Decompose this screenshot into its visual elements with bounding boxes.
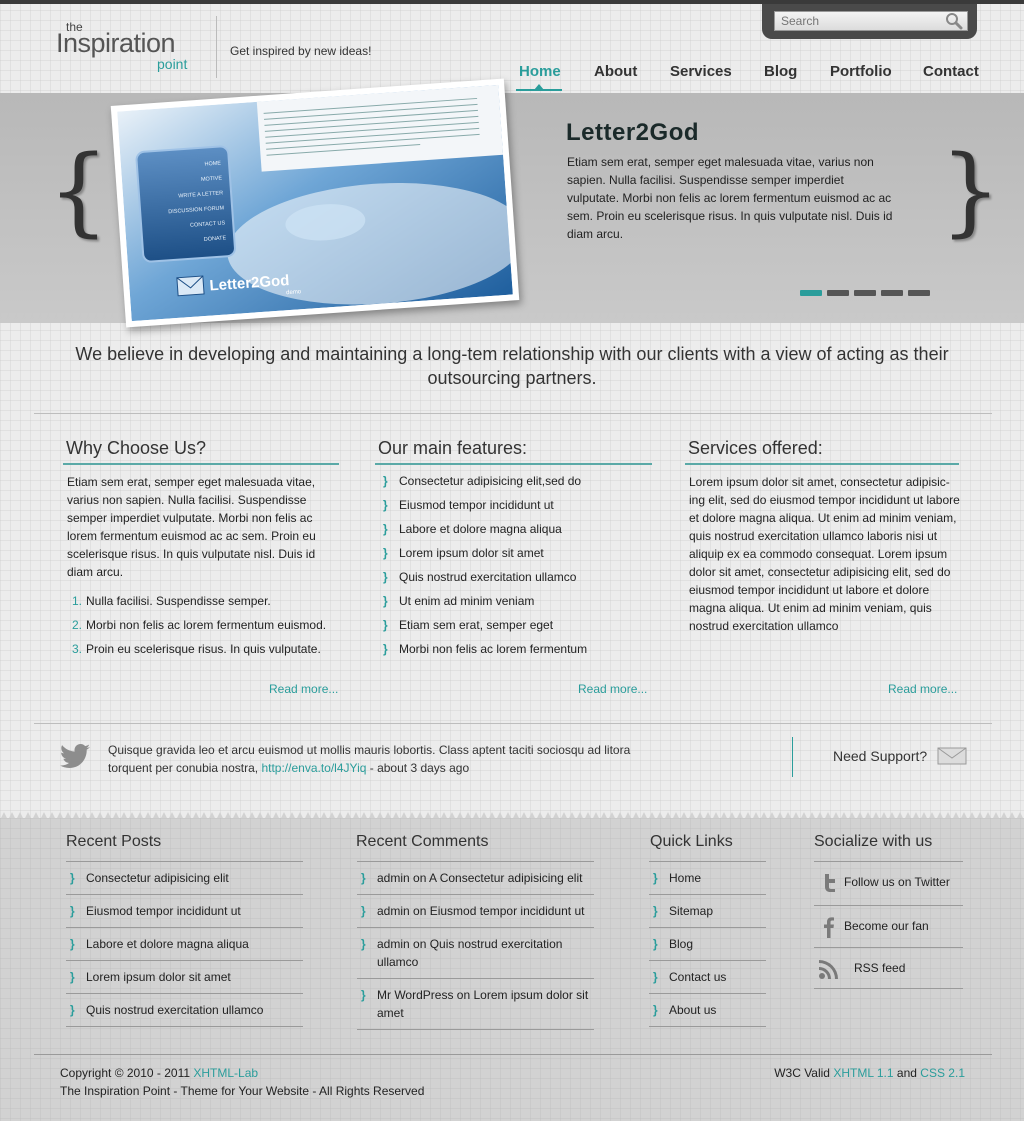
slider-dot[interactable]: [854, 290, 876, 296]
slider-dot[interactable]: [827, 290, 849, 296]
nav-home[interactable]: Home: [519, 63, 561, 80]
slider-dot[interactable]: [908, 290, 930, 296]
mail-icon[interactable]: [937, 746, 967, 766]
nav-active-underline: [516, 89, 562, 91]
xhtml-valid-link[interactable]: XHTML 1.1: [833, 1066, 893, 1080]
copyright: Copyright © 2010 - 2011 XHTML-Lab: [60, 1066, 259, 1080]
quick-link-contact[interactable]: } Contact us: [649, 960, 766, 993]
recent-posts-list: } Consectetur adipisicing elit } Eiusmod t…: [66, 861, 303, 1027]
nav-portfolio[interactable]: Portfolio: [830, 63, 892, 80]
recent-comment-item[interactable]: } Mr WordPress on Lorem ipsum dolor sit a…: [357, 978, 594, 1030]
social-twitter[interactable]: Follow us on Twitter: [814, 861, 963, 903]
nav-about[interactable]: About: [594, 63, 637, 80]
search-icon[interactable]: [945, 12, 963, 30]
services-title: Services offered:: [688, 438, 823, 458]
why-choose-text: Etiam sem erat, semper eget malesuada vi…: [67, 475, 316, 579]
recent-comments-list: } admin on A Consectetur adipisicing elit…: [357, 861, 594, 1030]
tagline: Get inspired by new ideas!: [230, 44, 372, 58]
twitter-bird-icon: [60, 744, 90, 768]
list-item: 2. Morbi non felis ac lorem fermentum eui…: [71, 618, 327, 632]
divider: [34, 413, 992, 414]
list-item: } Lorem ipsum dolor sit amet: [383, 546, 544, 560]
search-input[interactable]: [774, 11, 968, 31]
rss-icon: [819, 960, 838, 979]
socialize-title: Socialize with us: [814, 833, 933, 850]
read-more-link[interactable]: Read more...: [578, 682, 647, 696]
recent-comment-item[interactable]: } admin on A Consectetur adipisicing elit: [357, 861, 594, 894]
slide-text: Etiam sem erat, semper eget malesuada vi…: [567, 155, 893, 241]
list-item: } Morbi non felis ac lorem fermentum: [383, 642, 588, 656]
list-item: 3. Proin eu scelerisque risus. In quis vu…: [71, 642, 321, 656]
read-more-link[interactable]: Read more...: [888, 682, 957, 696]
recent-comment-item[interactable]: } admin on Quis nostrud exercitation ulla…: [357, 927, 594, 978]
facebook-icon: [824, 917, 834, 938]
slider-dot[interactable]: [800, 290, 822, 296]
slider-dot[interactable]: [881, 290, 903, 296]
tweet-time: - about 3 days ago: [369, 761, 470, 775]
list-item: } Ut enim ad minim veniam: [383, 594, 535, 608]
why-choose-list: 1. Nulla facilisi. Suspendisse semper. 2.…: [67, 594, 347, 666]
rights-text: The Inspiration Point - Theme for Your W…: [60, 1084, 425, 1098]
recent-post-item[interactable]: } Eiusmod tempor incididunt ut: [66, 894, 303, 927]
slide-brand-sub: demo: [286, 289, 302, 296]
social-rss[interactable]: RSS feed: [814, 947, 963, 989]
quick-links-list: } Home } Sitemap } Blog } Contact us } About …: [649, 861, 766, 1027]
slide-image[interactable]: HOME MOTIVE WRITE A LETTER DISCUSSION FO…: [110, 78, 520, 328]
slide-title: Letter2God: [566, 119, 700, 146]
css-valid-link[interactable]: CSS 2.1: [920, 1066, 965, 1080]
quick-link-about[interactable]: } About us: [649, 993, 766, 1027]
list-item: 1. Nulla facilisi. Suspendisse semper.: [71, 594, 271, 608]
list-item: } Etiam sem erat, semper eget: [383, 618, 554, 632]
slider-prev-button[interactable]: {: [48, 143, 109, 239]
services-text: Lorem ipsum dolor sit amet, consectetur …: [689, 475, 960, 633]
intro-statement: We believe in developing and maintaining…: [75, 344, 949, 388]
quick-link-sitemap[interactable]: } Sitemap: [649, 894, 766, 927]
quick-link-blog[interactable]: } Blog: [649, 927, 766, 960]
logo-main: Inspiration: [56, 28, 176, 58]
tweet-link[interactable]: http://enva.to/l4JYiq: [261, 761, 366, 775]
list-item: } Labore et dolore magna aliqua: [383, 522, 562, 536]
footer-divider: [34, 1054, 992, 1055]
nav-contact[interactable]: Contact: [923, 63, 979, 80]
list-item: } Consectetur adipisicing elit,sed do: [383, 474, 582, 488]
validation-text: W3C Valid XHTML 1.1 and CSS 2.1: [774, 1066, 965, 1080]
support-divider: [792, 737, 793, 777]
quick-link-home[interactable]: } Home: [649, 861, 766, 894]
features-list: } Consectetur adipisicing elit,sed do } Ei…: [383, 474, 653, 666]
services-underline: [685, 463, 959, 465]
xhtml-lab-link[interactable]: XHTML-Lab: [193, 1066, 258, 1080]
logo[interactable]: the Inspiration point: [56, 18, 196, 78]
recent-post-item[interactable]: } Consectetur adipisicing elit: [66, 861, 303, 894]
recent-comment-item[interactable]: } admin on Eiusmod tempor incididunt ut: [357, 894, 594, 927]
recent-post-item[interactable]: } Labore et dolore magna aliqua: [66, 927, 303, 960]
recent-posts-title: Recent Posts: [66, 833, 162, 850]
recent-comments-title: Recent Comments: [356, 833, 489, 850]
list-item: } Quis nostrud exercitation ullamco: [383, 570, 577, 584]
logo-divider: [216, 16, 217, 78]
nav-services[interactable]: Services: [670, 63, 732, 80]
slider-next-button[interactable]: }: [940, 143, 1001, 239]
why-choose-title: Why Choose Us?: [66, 438, 207, 458]
recent-post-item[interactable]: } Lorem ipsum dolor sit amet: [66, 960, 303, 993]
support-link[interactable]: Need Support?: [833, 748, 927, 764]
list-item: } Eiusmod tempor incididunt ut: [383, 498, 554, 512]
nav-blog[interactable]: Blog: [764, 63, 797, 80]
slide-screenshot: HOME MOTIVE WRITE A LETTER DISCUSSION FO…: [117, 84, 520, 322]
search-box: [762, 4, 977, 39]
twitter-icon: [825, 874, 835, 892]
features-title: Our main features:: [378, 438, 528, 458]
read-more-link[interactable]: Read more...: [269, 682, 338, 696]
logo-sub: point: [157, 56, 188, 72]
recent-post-item[interactable]: } Quis nostrud exercitation ullamco: [66, 993, 303, 1027]
slide-menu-item: HOME: [204, 160, 221, 167]
tweet: Quisque gravida leo et arcu euismod ut m…: [108, 741, 648, 777]
divider: [34, 723, 992, 724]
features-underline: [375, 463, 652, 465]
why-choose-underline: [63, 463, 339, 465]
social-facebook[interactable]: Become our fan: [814, 905, 963, 947]
quick-links-title: Quick Links: [650, 833, 733, 850]
